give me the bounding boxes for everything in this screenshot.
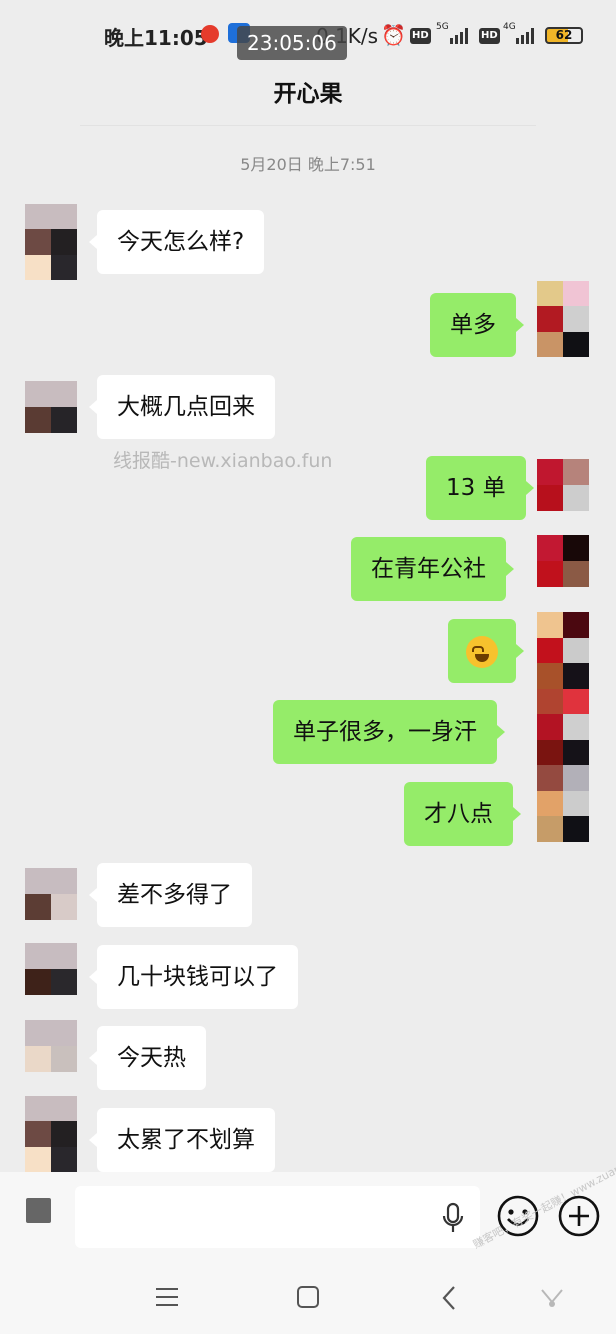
signal-icon <box>450 28 468 44</box>
signal-icon-2 <box>516 28 534 44</box>
header-divider <box>80 125 536 126</box>
home-icon[interactable] <box>296 1285 320 1309</box>
menu-icon[interactable] <box>155 1286 179 1308</box>
contact-avatar[interactable] <box>25 868 77 920</box>
message-timestamp: 5月20日 晚上7:51 <box>240 155 376 174</box>
microphone-icon[interactable] <box>440 1202 466 1234</box>
message-bubble-outgoing[interactable]: 13 单 <box>426 456 534 520</box>
hd-badge-1: HD <box>410 28 431 44</box>
self-avatar[interactable] <box>537 459 589 511</box>
hd-badge-2: HD <box>479 28 500 44</box>
message-bubble-outgoing[interactable]: 在青年公社 <box>351 537 514 601</box>
message-bubble-outgoing[interactable]: 单多 <box>430 293 524 357</box>
chat-title[interactable]: 开心果 <box>0 74 616 108</box>
message-bubble-incoming[interactable]: 差不多得了 <box>89 863 252 927</box>
message-bubble-incoming[interactable]: 几十块钱可以了 <box>89 945 298 1009</box>
notification-app-icon <box>201 25 219 43</box>
message-bubble-incoming[interactable]: 大概几点回来 <box>89 375 275 439</box>
contact-avatar[interactable] <box>25 1020 77 1072</box>
message-bubble-incoming[interactable]: 今天热 <box>89 1026 206 1090</box>
contact-avatar[interactable] <box>25 204 77 280</box>
battery-icon: 62 <box>545 27 583 44</box>
status-bar: 晚上11:05 0.1K/s 23:05:06 ⏰ HD 5G HD 4G 62 <box>0 0 616 70</box>
voice-toggle-icon[interactable] <box>26 1198 51 1223</box>
corner-watermark-logo <box>541 1289 563 1307</box>
contact-avatar[interactable] <box>25 943 77 995</box>
message-bubble-outgoing-emoji[interactable] <box>448 619 524 683</box>
message-bubble-incoming[interactable]: 太累了不划算 <box>89 1108 275 1172</box>
self-avatar[interactable] <box>537 281 589 357</box>
message-bubble-outgoing[interactable]: 才八点 <box>404 782 521 846</box>
network-type-1: 5G <box>436 22 449 32</box>
watermark-text: 线报酷-new.xianbao.fun <box>113 450 333 472</box>
message-bubble-incoming[interactable]: 今天怎么样? <box>88 210 265 274</box>
system-nav-bar <box>0 1262 616 1334</box>
laughing-crying-face-emoji <box>466 635 498 668</box>
contact-avatar[interactable] <box>25 381 77 433</box>
self-avatar[interactable] <box>537 535 589 587</box>
overlay-clock: 23:05:06 <box>237 26 347 60</box>
contact-avatar[interactable] <box>25 1096 77 1172</box>
message-bubble-outgoing[interactable]: 单子很多，一身汗 <box>273 700 505 764</box>
self-avatar-stack[interactable] <box>537 612 589 842</box>
alarm-clock-icon: ⏰ <box>381 23 406 47</box>
message-input[interactable] <box>75 1186 480 1248</box>
back-icon[interactable] <box>440 1285 458 1311</box>
status-time: 晚上11:05 <box>104 26 208 50</box>
